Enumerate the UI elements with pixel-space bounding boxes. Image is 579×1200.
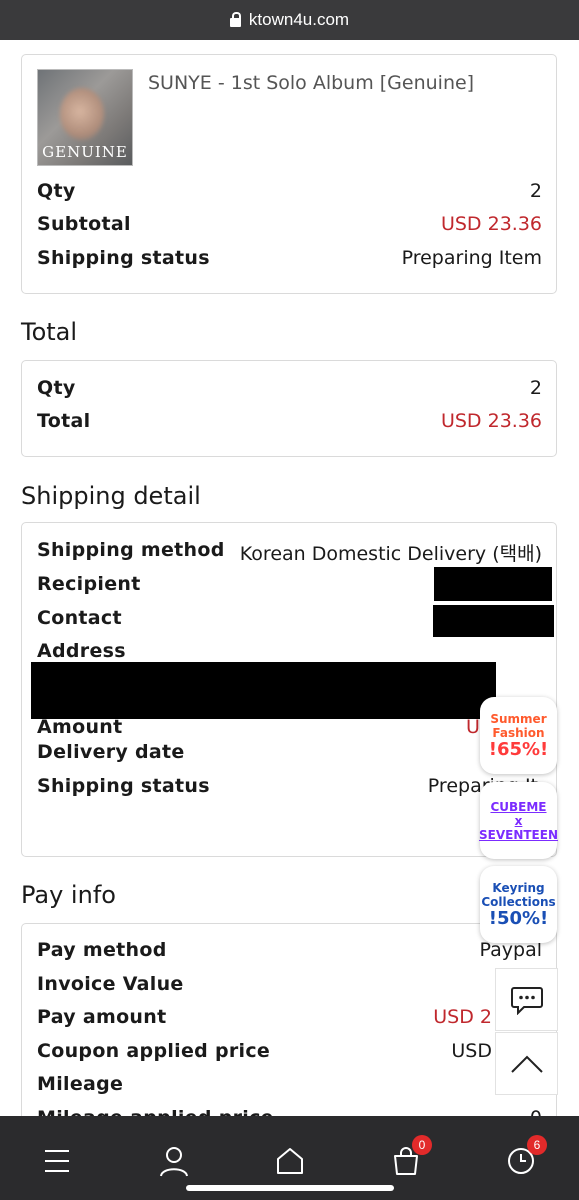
redacted-address [31, 662, 496, 719]
album-cover-text: GENUINE [42, 143, 128, 161]
chat-icon [510, 986, 543, 1015]
total-amount-row: Total USD 23.36 [37, 410, 542, 432]
subtotal-row: Subtotal USD 23.36 [37, 213, 542, 235]
home-icon [277, 1148, 303, 1174]
pay-card: Pay method Paypal Invoice Value Pay amou… [21, 923, 557, 1129]
account-button[interactable] [156, 1143, 192, 1179]
qty-row: Qty 2 [37, 180, 542, 202]
delivery-date-row: Delivery date [37, 741, 185, 763]
menu-icon [45, 1150, 69, 1172]
cart-count-badge: 0 [412, 1135, 432, 1155]
product-card: GENUINE SUNYE - 1st Solo Album [Genuine]… [21, 54, 557, 294]
chat-button[interactable] [495, 968, 558, 1031]
redacted-recipient [434, 567, 552, 601]
browser-url-bar[interactable]: ktown4u.com [0, 0, 579, 40]
promo-summer-fashion[interactable]: Summer Fashion !65%! [480, 697, 557, 774]
cart-button[interactable]: 0 [388, 1135, 432, 1179]
total-card: Qty 2 Total USD 23.36 [21, 360, 557, 457]
promo-keyring-collections[interactable]: Keyring Collections !50%! [480, 866, 557, 943]
invoice-value-row: Invoice Value [37, 973, 184, 995]
chevron-up-icon [510, 1055, 543, 1073]
pay-info-title: Pay info [21, 881, 116, 909]
pay-amount-row: Pay amount USD 2 [37, 1006, 492, 1028]
lock-icon [229, 11, 241, 27]
total-qty-row: Qty 2 [37, 377, 542, 399]
shipping-status-row: Shipping status Preparing Item [37, 247, 542, 269]
amount-row: Amount US [37, 716, 492, 738]
total-title: Total [21, 318, 78, 346]
album-thumbnail[interactable]: GENUINE [37, 69, 133, 166]
home-indicator [186, 1185, 394, 1191]
menu-button[interactable] [39, 1143, 75, 1179]
coupon-price-row: Coupon applied price USD [37, 1040, 492, 1062]
mileage-row: Mileage [37, 1073, 124, 1095]
redacted-contact [433, 605, 554, 637]
address-row: Address [37, 640, 126, 662]
recent-count-badge: 6 [527, 1135, 547, 1155]
shipping-status-row-2: Shipping status Preparing It [37, 775, 538, 797]
pay-method-row: Pay method Paypal [37, 939, 542, 961]
scroll-top-button[interactable] [495, 1032, 558, 1095]
promo-cubeme-seventeen[interactable]: CUBEME x SEVENTEEN [479, 782, 558, 859]
user-icon [160, 1147, 188, 1177]
url-text: ktown4u.com [248, 10, 350, 29]
home-button[interactable] [272, 1143, 308, 1179]
shipping-method-row: Shipping method Korean Domestic Delivery… [37, 539, 542, 565]
recent-button[interactable]: 6 [503, 1135, 547, 1179]
shipping-detail-title: Shipping detail [21, 482, 201, 510]
product-name[interactable]: SUNYE - 1st Solo Album [Genuine] [148, 72, 474, 94]
